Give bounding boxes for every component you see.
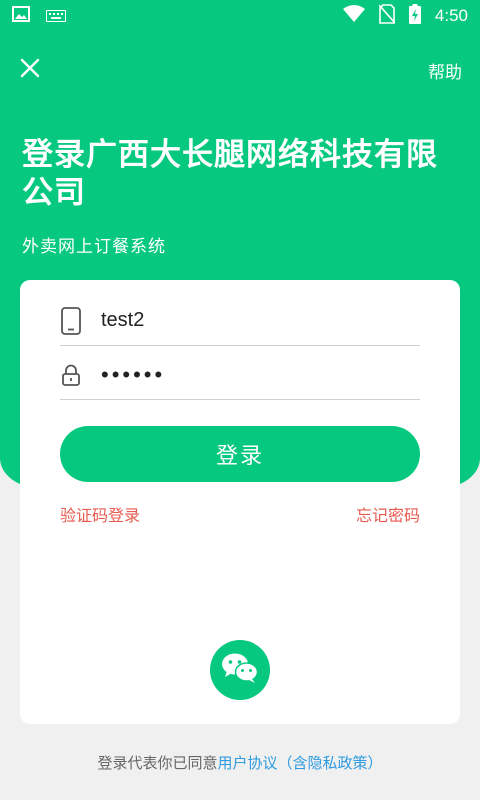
forgot-password-link[interactable]: 忘记密码 — [356, 502, 420, 526]
battery-charging-icon — [408, 4, 421, 28]
login-button[interactable]: 登录 — [60, 426, 420, 482]
wechat-icon — [221, 652, 259, 688]
page-title: 登录广西大长腿网络科技有限公司 — [22, 137, 438, 211]
username-field[interactable] — [60, 296, 420, 346]
user-agreement-link[interactable]: 用户协议 — [217, 754, 277, 772]
close-icon — [20, 58, 40, 82]
privacy-policy-link[interactable]: （含隐私政策） — [278, 754, 383, 772]
phone-icon — [60, 306, 82, 335]
wechat-login-button[interactable] — [210, 640, 270, 700]
agreement-prefix: 登录代表你已同意 — [97, 754, 218, 772]
status-time: 4:50 — [434, 6, 468, 25]
lock-icon — [60, 364, 82, 386]
username-input[interactable] — [101, 309, 391, 332]
status-bar: 4:50 — [0, 0, 480, 32]
close-button[interactable] — [18, 58, 42, 82]
sms-login-link[interactable]: 验证码登录 — [60, 502, 140, 526]
wifi-icon — [342, 5, 365, 27]
keyboard-icon — [46, 7, 66, 26]
help-button[interactable]: 帮助 — [428, 58, 462, 83]
image-icon — [12, 6, 30, 26]
agreement-text: 登录代表你已同意用户协议（含隐私政策） — [0, 752, 480, 773]
password-input[interactable]: •••••• — [101, 362, 391, 388]
page-subtitle: 外卖网上订餐系统 — [22, 237, 166, 257]
no-sim-icon — [378, 4, 396, 28]
login-card: •••••• 登录 验证码登录 忘记密码 — [20, 280, 460, 724]
top-bar: 帮助 — [0, 48, 480, 92]
password-field[interactable]: •••••• — [60, 350, 420, 400]
